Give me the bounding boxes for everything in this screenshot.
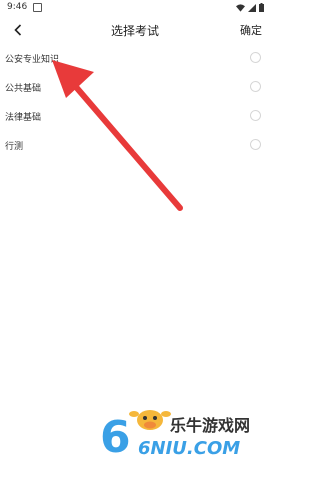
watermark-logo: 6 乐牛游戏网 6NIU.COM (98, 404, 270, 464)
svg-text:6: 6 (100, 412, 131, 463)
watermark-text: 乐牛游戏网 (170, 416, 251, 435)
watermark-domain: 6NIU.COM (138, 438, 241, 459)
